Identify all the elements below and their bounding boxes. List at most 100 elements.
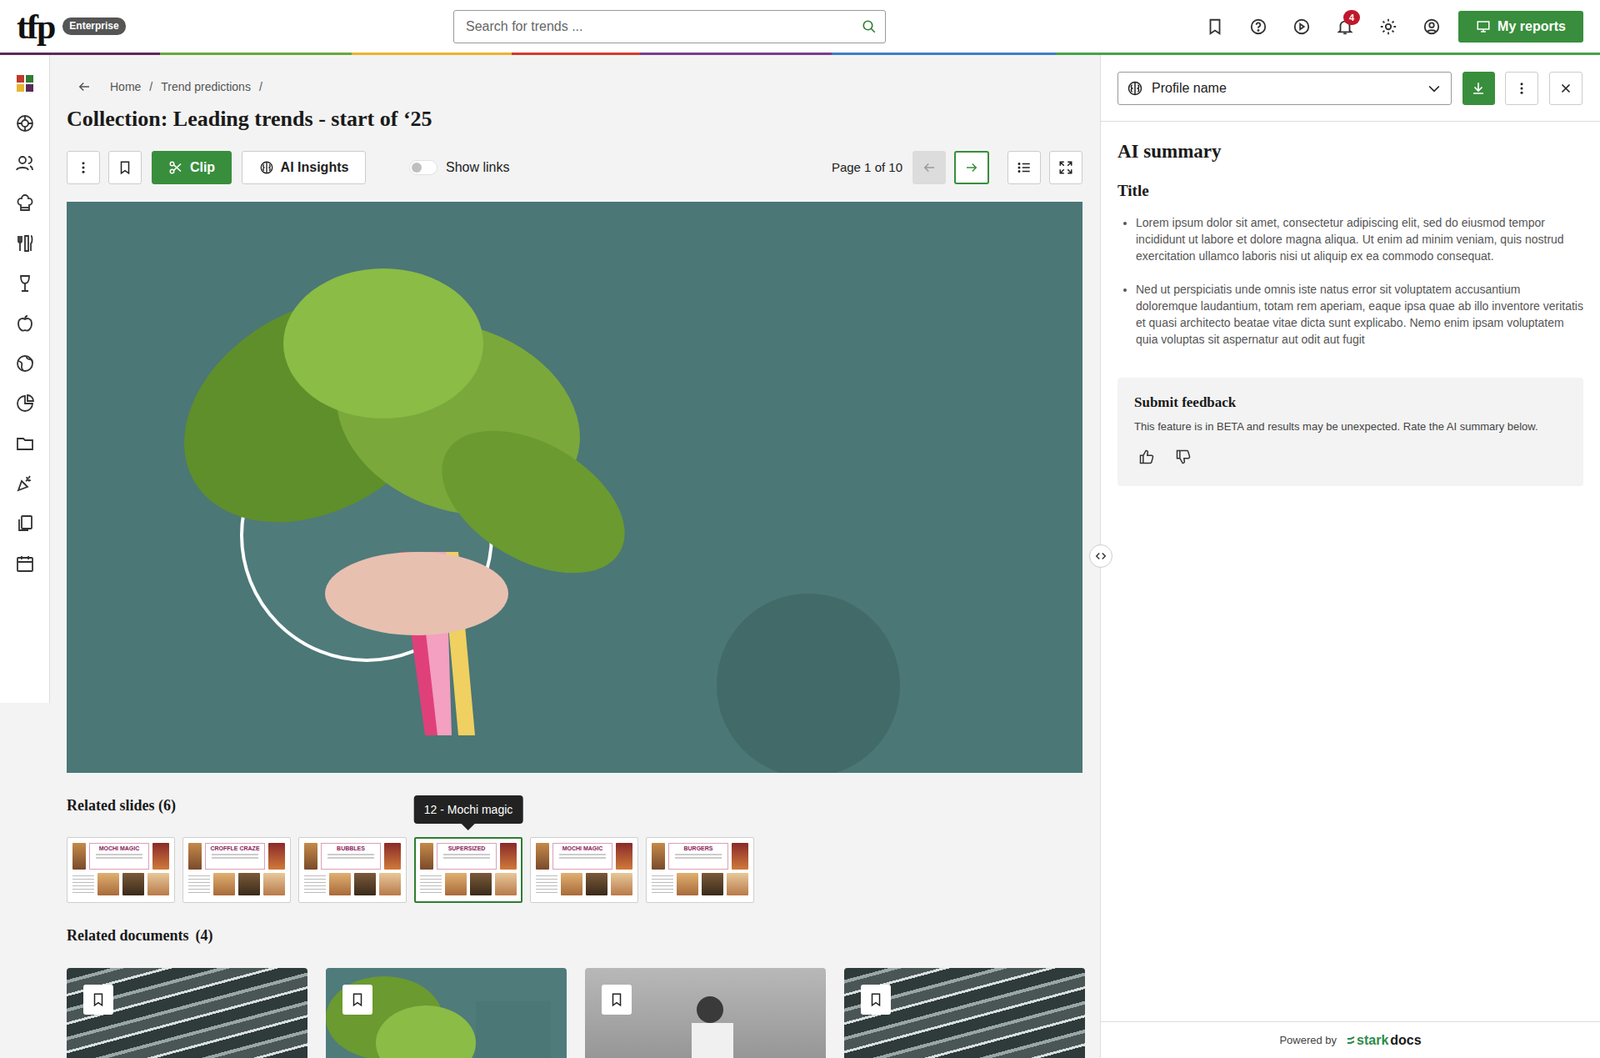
slide-title: MOCHI MAGIC xyxy=(562,845,604,852)
slide-thumbnail-item[interactable]: BURGERS xyxy=(645,836,755,903)
slide-thumbnail-item[interactable]: CROFFLE CRAZE xyxy=(182,836,291,903)
thumbs-down-icon[interactable] xyxy=(1170,444,1196,470)
slide-thumbnail[interactable]: MOCHI MAGIC xyxy=(66,836,175,903)
wine-icon[interactable] xyxy=(0,263,50,304)
related-slides: MOCHI MAGIC CROFFLE CRAZE BUBBLES SUPERSIZE… xyxy=(66,836,1083,903)
account-icon[interactable] xyxy=(1415,10,1449,44)
notification-count: 4 xyxy=(1343,10,1360,25)
related-slides-heading: Related slides (6) xyxy=(66,795,1083,815)
people-icon[interactable] xyxy=(0,143,50,184)
fullscreen-icon xyxy=(1058,160,1074,175)
search-field[interactable] xyxy=(453,10,886,44)
document-bookmark-button[interactable] xyxy=(860,984,891,1015)
document-bookmark-button[interactable] xyxy=(342,984,373,1015)
ai-brain-icon xyxy=(259,160,275,175)
slide-thumbnail[interactable]: MOCHI MAGIC xyxy=(530,836,639,903)
expand-collapse-icon xyxy=(1095,550,1107,562)
logo[interactable]: tfp xyxy=(16,9,55,45)
play-icon[interactable] xyxy=(1285,10,1319,44)
notifications-icon[interactable]: 4 xyxy=(1328,10,1362,44)
document-bookmark-button[interactable] xyxy=(601,984,632,1015)
list-icon xyxy=(1016,160,1032,175)
slide-thumbnail-item[interactable]: SUPERSIZED12 - Mochi magic xyxy=(414,836,523,903)
back-arrow-icon[interactable] xyxy=(76,79,92,95)
bookmarks-icon[interactable] xyxy=(1198,10,1232,44)
help-icon[interactable] xyxy=(1241,10,1275,44)
profile-dropdown[interactable]: Profile name xyxy=(1117,71,1452,105)
kebab-icon xyxy=(75,160,91,175)
bookmark-button[interactable] xyxy=(108,150,142,185)
page-indicator: Page 1 of 10 xyxy=(831,158,903,178)
slide-title: BUBBLES xyxy=(336,845,365,852)
slide-title: CROFFLE CRAZE xyxy=(210,845,260,852)
party-icon[interactable] xyxy=(0,463,50,504)
feedback-text: This feature is in BETA and results may … xyxy=(1134,419,1567,435)
slide-thumbnail[interactable]: CROFFLE CRAZE xyxy=(182,836,291,903)
chef-hat-icon[interactable] xyxy=(0,183,50,224)
breadcrumb-separator: / xyxy=(259,76,263,97)
ai-panel: Profile name AI summary Title Lorem ipsu… xyxy=(1100,55,1600,1058)
search-input[interactable] xyxy=(464,15,862,38)
document-card[interactable] xyxy=(325,967,567,1058)
fullscreen-button[interactable] xyxy=(1049,150,1083,185)
close-icon xyxy=(1558,80,1574,96)
ai-insights-button[interactable]: AI Insights xyxy=(241,150,366,185)
close-button[interactable] xyxy=(1549,71,1583,105)
download-button[interactable] xyxy=(1462,71,1496,105)
summary-bullet: Ned ut perspiciatis unde omnis iste natu… xyxy=(1135,280,1584,348)
document-card[interactable] xyxy=(66,967,308,1058)
arrow-right-icon xyxy=(964,160,980,175)
scissors-icon xyxy=(168,160,184,175)
calendar-icon[interactable] xyxy=(0,543,50,584)
powered-by: Powered by xyxy=(1279,1031,1337,1049)
documents-icon[interactable] xyxy=(0,503,50,544)
dashboard-icon[interactable] xyxy=(0,63,50,104)
slide-thumbnail[interactable]: BURGERS xyxy=(645,836,755,903)
breadcrumb: Home/Trend predictions/ xyxy=(66,76,1083,97)
slide-thumbnail-item[interactable]: MOCHI MAGIC xyxy=(66,836,175,903)
breadcrumb-link[interactable]: Home xyxy=(110,76,141,97)
summary-list: Lorem ipsum dolor sit amet, consectetur … xyxy=(1117,214,1584,348)
folder-icon[interactable] xyxy=(0,423,50,464)
download-icon xyxy=(1470,80,1486,96)
toolbar: Clip AI Insights Show links Page 1 of 10 xyxy=(66,150,1083,185)
content: Home/Trend predictions/ Collection: Lead… xyxy=(50,55,1100,1058)
document-bookmark-button[interactable] xyxy=(83,984,114,1015)
settings-icon[interactable] xyxy=(1371,10,1405,44)
document-card[interactable] xyxy=(844,967,1085,1058)
next-page-button[interactable] xyxy=(954,150,990,185)
show-links-switch[interactable] xyxy=(409,160,438,175)
slide-thumbnail-item[interactable]: MOCHI MAGIC xyxy=(530,836,639,903)
breadcrumb-link[interactable]: Trend predictions xyxy=(160,76,251,97)
my-reports-button[interactable]: My reports xyxy=(1458,10,1584,43)
collapse-handle[interactable] xyxy=(1089,544,1113,568)
chevron-down-icon xyxy=(1425,80,1443,97)
panel-footer: Powered by starkdocs xyxy=(1100,1020,1600,1058)
kebab-icon xyxy=(1514,80,1530,96)
globe-icon[interactable] xyxy=(0,343,50,384)
panel-more-button[interactable] xyxy=(1505,71,1539,105)
brand-logo[interactable]: starkdocs xyxy=(1346,1030,1422,1050)
presentation-icon xyxy=(1475,19,1491,35)
show-links-toggle[interactable]: Show links xyxy=(375,157,510,178)
cutlery-icon[interactable] xyxy=(0,223,50,264)
previous-page-button[interactable] xyxy=(912,150,946,185)
slide-thumbnail-item[interactable]: BUBBLES xyxy=(298,836,407,903)
bookmark-icon xyxy=(117,160,133,175)
search-icon[interactable] xyxy=(861,19,877,35)
brand-mark-icon xyxy=(1346,1035,1355,1045)
slide-thumbnail[interactable]: BUBBLES xyxy=(298,836,407,903)
explore-icon[interactable] xyxy=(0,103,50,144)
pie-chart-icon[interactable] xyxy=(0,383,50,424)
document-card[interactable] xyxy=(585,967,826,1058)
collection-title: Collection: Leading trends - start of ‘2… xyxy=(66,105,1083,134)
slide-thumbnail[interactable]: SUPERSIZED xyxy=(414,836,523,903)
clip-button[interactable]: Clip xyxy=(151,150,232,185)
more-button[interactable] xyxy=(66,150,100,185)
bookmark-icon xyxy=(868,991,884,1007)
top-bar: tfp Enterprise 4 My reports xyxy=(0,0,1600,53)
thumbs-up-icon[interactable] xyxy=(1134,444,1160,470)
summary-title: Title xyxy=(1117,180,1584,201)
apple-icon[interactable] xyxy=(0,303,50,344)
list-view-button[interactable] xyxy=(1007,150,1041,185)
